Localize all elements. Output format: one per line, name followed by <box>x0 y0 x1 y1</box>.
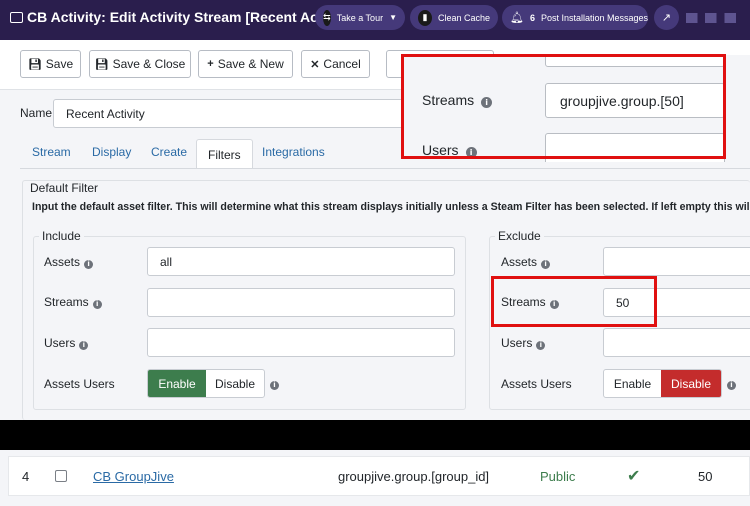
info-icon[interactable]: i <box>727 376 736 390</box>
take-tour-button[interactable]: ⇆ Take a Tour ▼ <box>315 5 405 30</box>
window-icon <box>10 12 23 23</box>
exclude-enable-option[interactable]: Enable <box>604 370 661 397</box>
include-disable-option[interactable]: Disable <box>206 370 264 397</box>
name-input[interactable]: Recent Activity <box>53 99 413 128</box>
row-access: Public <box>540 469 576 484</box>
tab-filters[interactable]: Filters <box>196 139 253 169</box>
default-filter-legend: Default Filter <box>28 181 101 195</box>
row-asset: groupjive.group.[group_id] <box>338 469 490 484</box>
tab-create[interactable]: Create <box>151 145 187 159</box>
chevron-down-icon: ▼ <box>389 13 397 22</box>
save-new-button[interactable]: + Save & New <box>198 50 293 78</box>
check-icon: ✔ <box>627 466 641 485</box>
exclude-assets-users-label: Assets Users <box>501 377 572 391</box>
inset-highlight-box <box>401 54 726 159</box>
floppy-icon: 💾︎ <box>27 58 42 71</box>
streams-highlight-box <box>491 276 657 327</box>
include-users-label: Users i <box>44 336 89 350</box>
message-count: 6 <box>529 12 535 23</box>
tab-divider <box>20 168 750 169</box>
row-number: 4 <box>22 469 30 484</box>
header-overflow <box>686 13 750 23</box>
name-label: Name <box>20 106 53 120</box>
trash-icon: ▮ <box>418 9 432 26</box>
include-assets-users-toggle: Enable Disable <box>147 369 265 398</box>
tab-integrations[interactable]: Integrations <box>262 145 325 159</box>
post-installation-messages-button[interactable]: 🔔︎ 6 Post Installation Messages <box>502 5 648 30</box>
info-icon[interactable]: i <box>541 259 551 269</box>
save-button[interactable]: 💾︎ Save <box>20 50 81 78</box>
info-icon[interactable]: i <box>79 340 89 350</box>
tab-stream[interactable]: Stream <box>32 145 71 159</box>
include-streams-input[interactable] <box>147 288 455 317</box>
exclude-users-label: Users i <box>501 336 546 350</box>
info-icon[interactable]: i <box>536 340 546 350</box>
bell-icon: 🔔︎ <box>510 12 524 24</box>
include-streams-label: Streams i <box>44 295 102 309</box>
page-title: CB Activity: Edit Activity Stream [Recen… <box>10 9 355 25</box>
close-icon: ✕ <box>310 58 320 71</box>
exclude-assets-label: Assets i <box>501 255 551 269</box>
exclude-assets-input[interactable] <box>603 247 750 276</box>
tab-display[interactable]: Display <box>92 145 131 159</box>
info-icon[interactable]: i <box>270 376 279 390</box>
row-name-link[interactable]: CB GroupJive <box>93 469 174 484</box>
include-users-input[interactable] <box>147 328 455 357</box>
clean-cache-button[interactable]: ▮ Clean Cache <box>410 5 498 30</box>
exclude-users-input[interactable] <box>603 328 750 357</box>
include-assets-users-label: Assets Users <box>44 377 115 391</box>
exclude-assets-users-toggle: Enable Disable <box>603 369 722 398</box>
cancel-button[interactable]: ✕ Cancel <box>301 50 370 78</box>
save-close-button[interactable]: 💾︎ Save & Close <box>89 50 191 78</box>
exclude-disable-option[interactable]: Disable <box>661 370 721 397</box>
include-enable-option[interactable]: Enable <box>148 370 206 397</box>
include-assets-input[interactable]: all <box>147 247 455 276</box>
row-checkbox[interactable] <box>55 470 67 482</box>
include-legend: Include <box>39 229 84 243</box>
external-link-icon[interactable]: ↗ <box>654 5 679 30</box>
include-assets-label: Assets i <box>44 255 94 269</box>
floppy-icon: 💾︎ <box>94 58 109 71</box>
info-icon[interactable]: i <box>92 299 102 309</box>
separator-bar <box>0 420 750 450</box>
plus-icon: + <box>207 58 214 70</box>
row-id: 50 <box>698 469 713 484</box>
info-icon[interactable]: i <box>84 259 94 269</box>
exclude-legend: Exclude <box>495 229 544 243</box>
default-filter-description: Input the default asset filter. This wil… <box>32 201 750 213</box>
signpost-icon: ⇆ <box>323 9 331 26</box>
